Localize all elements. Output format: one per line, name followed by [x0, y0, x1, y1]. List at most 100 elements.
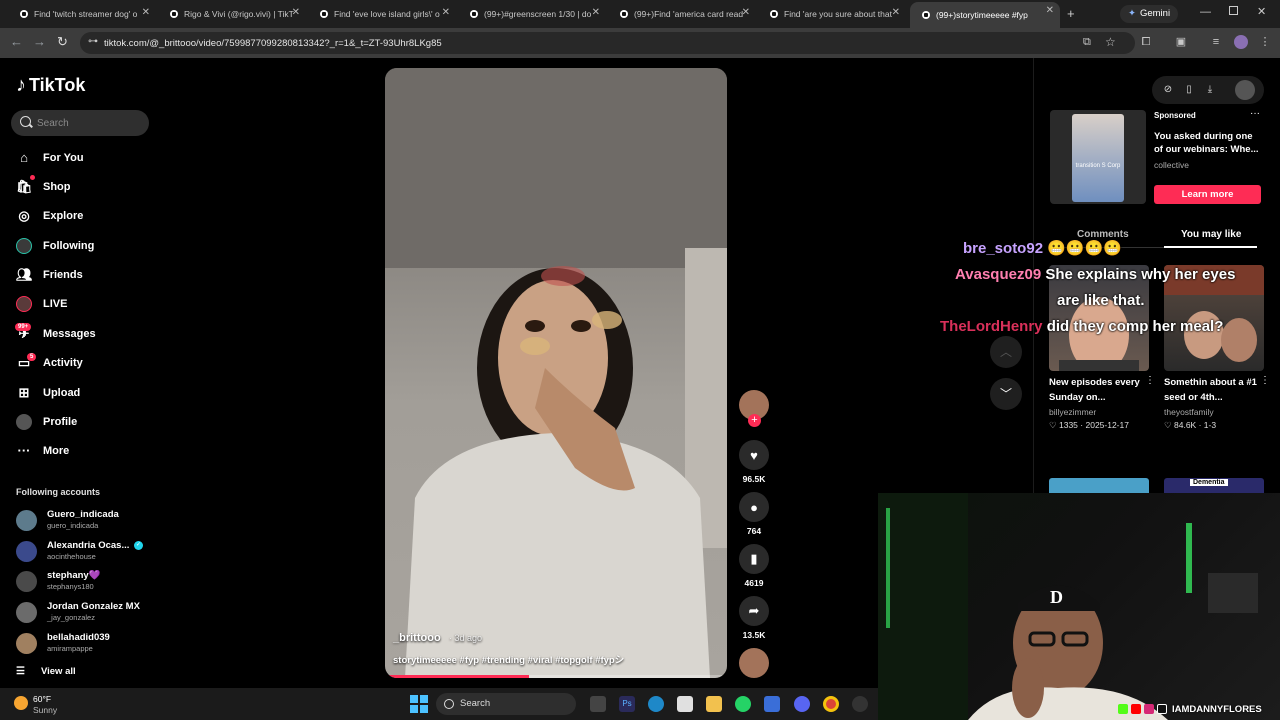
media-control-icon[interactable]: ≡ — [1209, 35, 1223, 49]
video-thumbnail-partial[interactable]: Dementia — [1164, 478, 1264, 493]
sidebar-item-explore[interactable]: ◎ Explore — [16, 205, 83, 227]
sidebar-item-activity[interactable]: ▭ Activity — [16, 352, 83, 374]
whatsapp-icon[interactable] — [735, 696, 751, 712]
instagram-icon — [1144, 704, 1154, 714]
sidebar-item-upload[interactable]: ⊞ Upload — [16, 382, 81, 404]
close-tab-icon[interactable]: ✕ — [142, 7, 150, 18]
close-window-icon[interactable]: ✕ — [1257, 5, 1266, 18]
avatar — [16, 633, 37, 654]
windows-start-icon[interactable] — [410, 695, 428, 713]
tab-label: Rigo & Vivi (@rigo.vivi) | TikT — [184, 9, 294, 19]
store-icon[interactable] — [677, 696, 693, 712]
browser-tab[interactable]: (99+)#greenscreen 1/30 | do ✕ — [458, 4, 606, 24]
browser-tab[interactable]: Find 'eve love island girls\' o ✕ — [308, 4, 456, 24]
tiktok-logo[interactable]: ♪ TikTok — [16, 74, 85, 97]
chat-username: TheLordHenry — [940, 318, 1043, 335]
like-button[interactable]: ♥ 96.5K — [738, 440, 770, 484]
chrome-menu-icon[interactable]: ⋮ — [1258, 35, 1272, 49]
account-name: stephany💜 — [47, 570, 101, 581]
recommended-video[interactable]: Somethin about a #1 seed or 4th... theyo… — [1164, 265, 1270, 431]
close-tab-icon[interactable]: ✕ — [892, 7, 900, 18]
chrome-icon[interactable] — [823, 696, 839, 712]
minimize-icon[interactable]: — — [1200, 6, 1211, 18]
sidebar-item-following[interactable]: Following — [16, 235, 94, 257]
close-tab-icon[interactable]: ✕ — [292, 7, 300, 18]
close-tab-icon[interactable]: ✕ — [1046, 5, 1054, 16]
weather-temperature[interactable]: 60°F — [33, 694, 51, 704]
next-video-button[interactable]: ﹀ — [990, 378, 1022, 410]
reload-icon[interactable]: ↻ — [57, 35, 68, 49]
comment-button[interactable]: ● 764 — [738, 492, 770, 536]
weather-sun-icon[interactable] — [14, 696, 28, 710]
ad-more-icon[interactable]: ··· — [1250, 108, 1260, 119]
author-avatar-button[interactable]: + — [738, 390, 770, 427]
video-player[interactable]: _brittooo · 3d ago storytimeeeee #fyp #t… — [385, 68, 727, 678]
sidebar-item-label: LIVE — [43, 298, 68, 310]
browser-tab-active[interactable]: (99+)storytimeeeee #fyp ✕ — [910, 2, 1060, 28]
download-icon[interactable]: ⤓ — [1203, 83, 1217, 97]
gemini-label: Gemini — [1139, 8, 1171, 19]
taskbar-search[interactable]: Search — [436, 693, 576, 715]
new-tab-button[interactable]: + — [1067, 6, 1075, 21]
url-bar[interactable]: ⊶ tiktok.com/@_brittooo/video/7599877099… — [80, 32, 1135, 54]
ad-title[interactable]: You asked during one of our webinars: Wh… — [1154, 130, 1264, 156]
more-options-icon[interactable]: ⋮ — [1260, 375, 1270, 386]
bookmark-star-icon[interactable]: ☆ — [1105, 35, 1116, 49]
close-tab-icon[interactable]: ✕ — [592, 7, 600, 18]
video-caption[interactable]: storytimeeeee #fyp #trending #viral #top… — [393, 652, 624, 666]
webcam-illustration: D — [878, 493, 1258, 720]
tab-you-may-like[interactable]: You may like — [1181, 229, 1241, 240]
sidebar-item-more[interactable]: ··· More — [16, 440, 70, 462]
follow-plus-icon[interactable]: + — [748, 414, 761, 427]
profile-avatar-icon[interactable] — [1234, 35, 1248, 49]
compass-icon[interactable]: ⊘ — [1161, 83, 1175, 97]
comment-count: 764 — [746, 526, 762, 536]
forward-icon[interactable]: → — [33, 35, 46, 49]
edge-icon[interactable] — [648, 696, 664, 712]
maximize-icon[interactable] — [1229, 6, 1238, 15]
extensions-icon[interactable]: ⧠ — [1139, 35, 1153, 49]
back-icon[interactable]: ← — [10, 35, 23, 49]
share-button[interactable]: ➦ 13.5K — [738, 596, 770, 640]
browser-tab[interactable]: (99+)Find 'america card read ✕ — [608, 4, 756, 24]
phone-icon[interactable]: ▯ — [1182, 83, 1196, 97]
sidebar-item-shop[interactable]: 🛍︎ Shop — [16, 176, 71, 198]
close-tab-icon[interactable]: ✕ — [742, 7, 750, 18]
browser-tab[interactable]: Find 'twitch streamer dog' o ✕ — [8, 4, 156, 24]
view-all-button[interactable]: ☰ View all — [16, 666, 76, 677]
ad-thumbnail[interactable]: transition S Corp — [1050, 110, 1146, 204]
sound-avatar-button[interactable] — [738, 648, 770, 678]
close-tab-icon[interactable]: ✕ — [442, 7, 450, 18]
like-count: 84.6K — [1174, 420, 1197, 430]
site-info-icon[interactable]: ⊶ — [88, 36, 98, 47]
search-input[interactable]: Search — [11, 110, 149, 136]
browser-tab[interactable]: Find 'are you sure about that ✕ — [758, 4, 906, 24]
discord-icon[interactable] — [794, 696, 810, 712]
previous-video-button[interactable]: ︿ — [990, 336, 1022, 368]
recommended-video[interactable]: New episodes every Sunday on... billyezi… — [1049, 265, 1155, 431]
video-progress-bar[interactable] — [385, 675, 529, 678]
browser-tab[interactable]: Rigo & Vivi (@rigo.vivi) | TikT ✕ — [158, 4, 306, 24]
app-icon[interactable] — [764, 696, 780, 712]
file-explorer-icon[interactable] — [706, 696, 722, 712]
browser-toolbar: ← → ↻ ⊶ tiktok.com/@_brittooo/video/7599… — [0, 28, 1280, 58]
more-options-icon[interactable]: ⋮ — [1145, 375, 1155, 386]
user-avatar-icon[interactable] — [1235, 80, 1255, 100]
task-view-icon[interactable] — [590, 696, 606, 712]
sidebar-item-label: Following — [43, 240, 95, 252]
sidebar-item-profile[interactable]: Profile — [16, 411, 77, 433]
gemini-button[interactable]: ✦ Gemini — [1120, 5, 1179, 23]
sidebar-item-friends[interactable]: 👥︎ Friends — [16, 264, 83, 286]
split-view-icon[interactable]: ▣ — [1174, 35, 1188, 49]
photoshop-icon[interactable]: Ps — [619, 696, 635, 712]
video-thumbnail-partial[interactable] — [1049, 478, 1149, 493]
learn-more-button[interactable]: Learn more — [1154, 185, 1261, 204]
install-app-icon[interactable]: ⧉ — [1083, 36, 1091, 49]
weather-condition[interactable]: Sunny — [33, 705, 57, 715]
sidebar-item-live[interactable]: LIVE — [16, 293, 67, 315]
sidebar-item-for-you[interactable]: ⌂ For You — [16, 147, 83, 169]
obs-icon[interactable] — [852, 696, 868, 712]
streamer-handle: IAMDANNYFLORES — [1172, 703, 1262, 715]
video-author[interactable]: _brittooo — [393, 632, 441, 644]
save-button[interactable]: ▮ 4619 — [738, 544, 770, 588]
